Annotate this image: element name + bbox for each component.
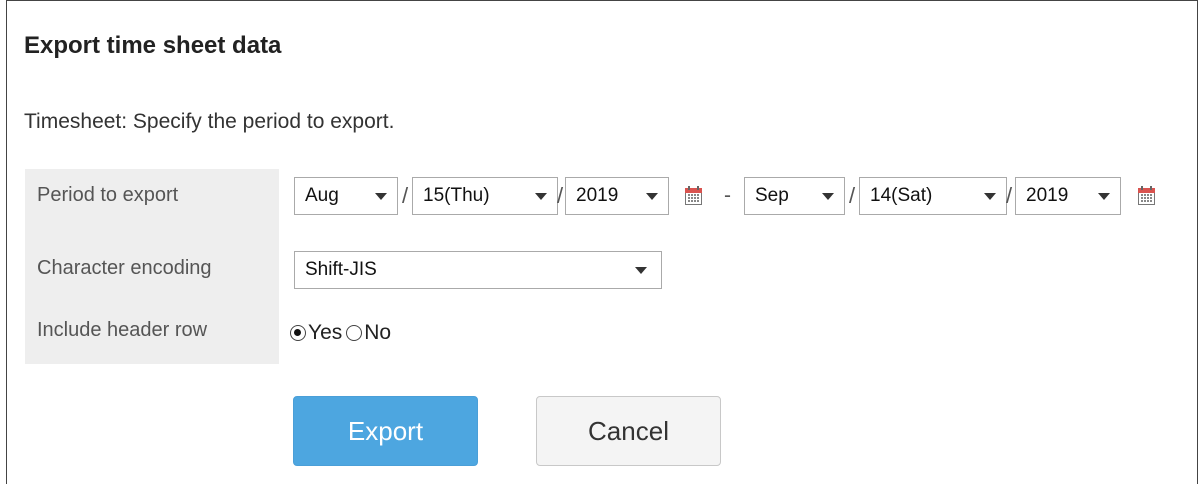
calendar-icon[interactable]: [685, 186, 702, 205]
radio-no-icon[interactable]: [346, 325, 363, 341]
encoding-select[interactable]: Shift-JIS: [294, 251, 662, 289]
cancel-button[interactable]: Cancel: [536, 396, 721, 466]
export-button[interactable]: Export: [293, 396, 478, 466]
date-divider: /: [1006, 183, 1013, 208]
period-separator: -: [724, 184, 731, 207]
radio-yes-label[interactable]: Yes: [308, 319, 342, 347]
chevron-down-icon: [984, 193, 996, 200]
header-row-options: Yes No: [290, 319, 391, 347]
end-month-value: Sep: [755, 185, 789, 206]
radio-yes-icon[interactable]: [290, 325, 306, 341]
dialog-description: Timesheet: Specify the period to export.: [24, 110, 395, 133]
end-year-select[interactable]: 2019: [1015, 177, 1121, 215]
end-year-value: 2019: [1026, 185, 1069, 206]
start-year-value: 2019: [576, 185, 619, 206]
header-row-label-cell: Include header row: [25, 304, 279, 364]
chevron-down-icon: [535, 193, 547, 200]
encoding-label: Character encoding: [37, 257, 212, 279]
date-divider: /: [849, 183, 856, 208]
start-month-select[interactable]: Aug: [294, 177, 398, 215]
start-month-value: Aug: [305, 185, 339, 206]
calendar-icon[interactable]: [1138, 186, 1155, 205]
start-day-select[interactable]: 15(Thu): [412, 177, 558, 215]
end-day-value: 14(Sat): [870, 185, 933, 206]
chevron-down-icon: [1098, 193, 1110, 200]
date-divider: /: [557, 183, 564, 208]
encoding-value: Shift-JIS: [305, 259, 377, 280]
dialog-title: Export time sheet data: [24, 32, 282, 59]
date-divider: /: [402, 183, 409, 208]
end-month-select[interactable]: Sep: [744, 177, 845, 215]
radio-no-label[interactable]: No: [364, 319, 391, 347]
chevron-down-icon: [822, 193, 834, 200]
period-label-cell: Period to export: [25, 169, 279, 244]
chevron-down-icon: [375, 193, 387, 200]
encoding-label-cell: Character encoding: [25, 244, 279, 304]
start-day-value: 15(Thu): [423, 185, 490, 206]
start-year-select[interactable]: 2019: [565, 177, 669, 215]
chevron-down-icon: [635, 267, 647, 274]
export-dialog: Export time sheet data Timesheet: Specif…: [6, 0, 1198, 484]
end-day-select[interactable]: 14(Sat): [859, 177, 1007, 215]
period-label: Period to export: [37, 184, 179, 206]
header-row-label: Include header row: [37, 319, 208, 341]
chevron-down-icon: [646, 193, 658, 200]
